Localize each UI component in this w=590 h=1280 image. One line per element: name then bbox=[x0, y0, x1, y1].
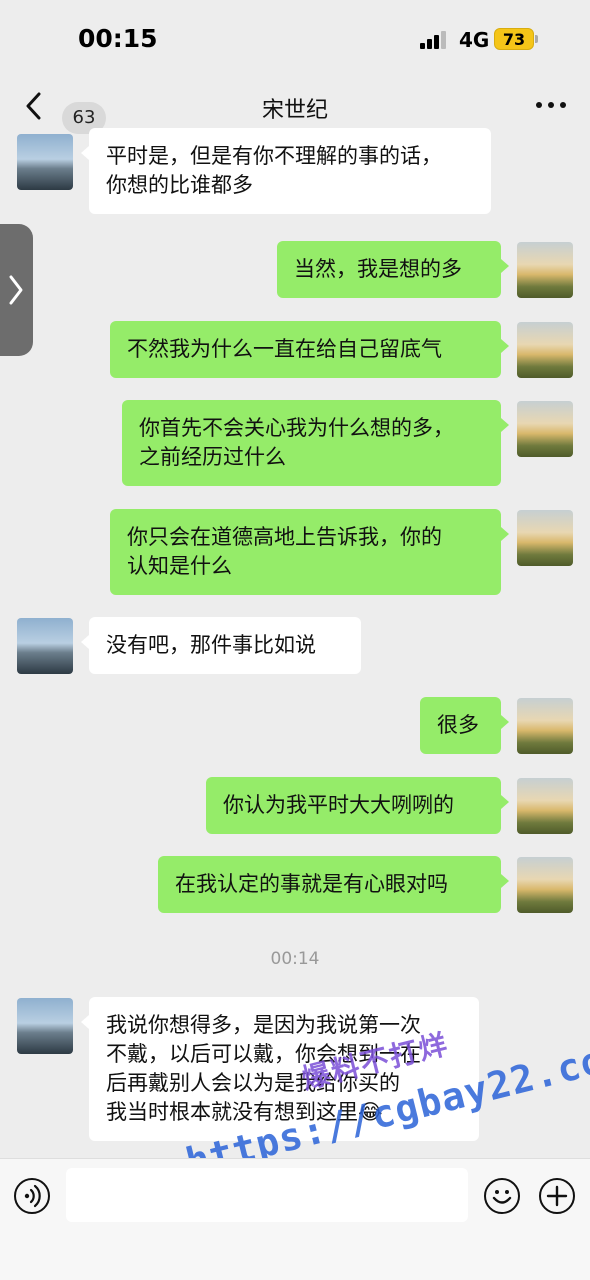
ellipsis-icon bbox=[536, 102, 542, 108]
network-label: 4G bbox=[459, 28, 490, 52]
plus-icon bbox=[546, 1185, 568, 1207]
battery-level: 73 bbox=[502, 30, 526, 49]
more-button[interactable] bbox=[536, 102, 566, 110]
emoji-icon bbox=[492, 1190, 512, 1204]
message-bubble-sent[interactable]: 你只会在道德高地上告诉我，你的 认知是什么 bbox=[110, 509, 509, 595]
status-time: 00:15 bbox=[78, 24, 158, 53]
message-bubble-sent[interactable]: 不然我为什么一直在给自己留底气 bbox=[110, 321, 509, 378]
emoji-button[interactable] bbox=[484, 1178, 520, 1214]
status-bar: 00:15 4G 73 bbox=[0, 0, 590, 78]
my-avatar[interactable] bbox=[517, 698, 573, 754]
message-input[interactable] bbox=[66, 1168, 468, 1222]
voice-icon bbox=[24, 1184, 41, 1208]
contact-avatar[interactable] bbox=[17, 998, 73, 1054]
battery-icon: 73 bbox=[494, 28, 534, 50]
my-avatar[interactable] bbox=[517, 242, 573, 298]
message-bubble-sent[interactable]: 你首先不会关心我为什么想的多， 之前经历过什么 bbox=[122, 400, 509, 486]
chat-title: 宋世纪 bbox=[261, 98, 328, 123]
my-avatar[interactable] bbox=[517, 778, 573, 834]
more-actions-button[interactable] bbox=[539, 1178, 575, 1214]
side-drawer-handle[interactable] bbox=[0, 224, 33, 356]
message-bubble-sent[interactable]: 当然，我是想的多 bbox=[277, 241, 509, 298]
my-avatar[interactable] bbox=[517, 857, 573, 913]
contact-avatar[interactable] bbox=[17, 134, 73, 190]
input-bar bbox=[0, 1158, 590, 1280]
my-avatar[interactable] bbox=[517, 322, 573, 378]
chevron-right-icon bbox=[9, 275, 23, 305]
my-avatar[interactable] bbox=[517, 510, 573, 566]
voice-button[interactable] bbox=[14, 1178, 50, 1214]
chat-header: 63 宋世纪 bbox=[0, 78, 590, 134]
contact-avatar[interactable] bbox=[17, 618, 73, 674]
battery-tip bbox=[535, 35, 538, 43]
message-bubble-received[interactable]: 没有吧，那件事比如说 bbox=[81, 617, 361, 674]
message-bubble-sent[interactable]: 在我认定的事就是有心眼对吗 bbox=[158, 856, 509, 913]
message-bubble-sent[interactable]: 你认为我平时大大咧咧的 bbox=[206, 777, 509, 834]
my-avatar[interactable] bbox=[517, 401, 573, 457]
message-bubble-sent[interactable]: 很多 bbox=[420, 697, 509, 754]
message-bubble-received[interactable]: 平时是，但是有你不理解的事的话， 你想的比谁都多 bbox=[81, 128, 491, 214]
signal-icon bbox=[420, 31, 448, 49]
message-timestamp: 00:14 bbox=[270, 949, 320, 969]
